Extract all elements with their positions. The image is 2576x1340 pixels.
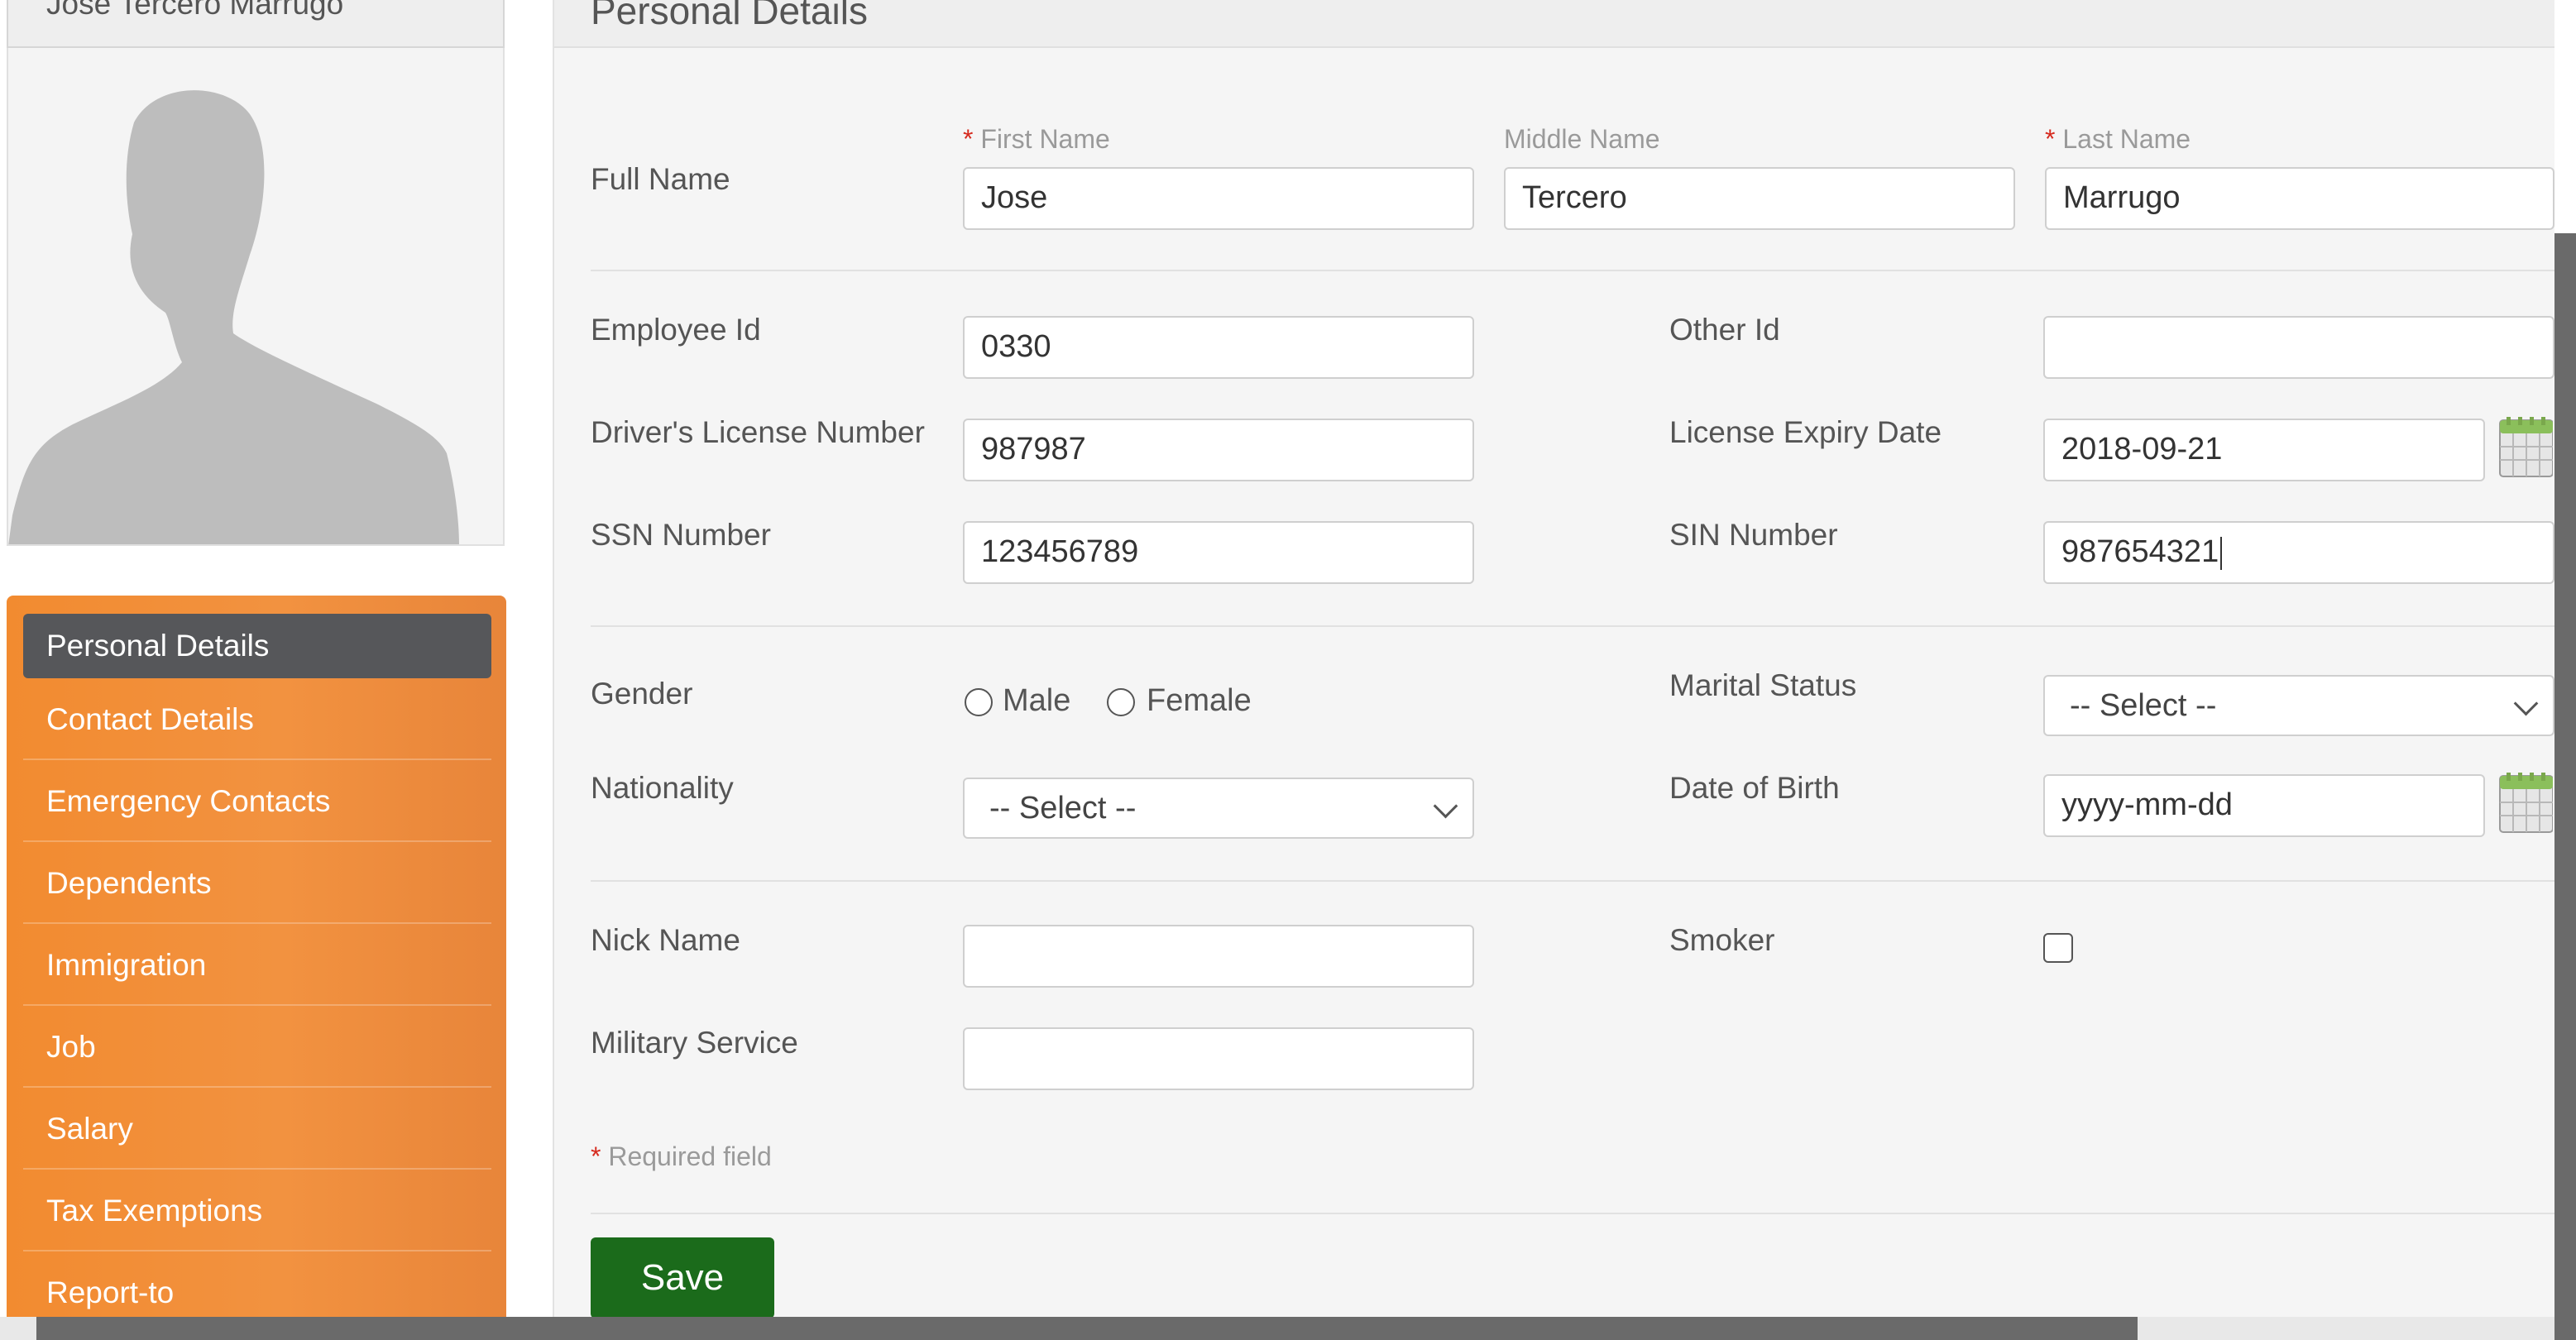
nationality-select[interactable]: -- Select -- (963, 778, 1474, 839)
sidebar-item-contact-details[interactable]: Contact Details (23, 678, 491, 760)
other-id-input[interactable] (2043, 316, 2554, 379)
gender-label: Gender (591, 677, 693, 711)
gender-male-radio[interactable] (965, 688, 993, 716)
panel-title: Personal Details (591, 0, 868, 32)
first-name-input[interactable]: Jose (963, 167, 1474, 230)
sidebar-item-personal-details[interactable]: Personal Details (23, 614, 491, 678)
avatar-silhouette-icon (8, 90, 459, 544)
drivers-license-label: Driver's License Number (591, 415, 925, 449)
drivers-license-input[interactable]: 987987 (963, 419, 1474, 481)
middle-name-label: Middle Name (1504, 124, 1660, 154)
sidebar-item-job[interactable]: Job (23, 1006, 491, 1088)
nationality-label: Nationality (591, 771, 734, 805)
smoker-checkbox[interactable] (2043, 933, 2073, 963)
calendar-icon[interactable] (2498, 417, 2553, 478)
date-of-birth-label: Date of Birth (1669, 771, 1840, 805)
section-divider (591, 880, 2554, 882)
vertical-scrollbar[interactable] (2554, 233, 2576, 1340)
save-button[interactable]: Save (591, 1237, 774, 1318)
marital-status-label: Marital Status (1669, 668, 1857, 702)
ssn-label: SSN Number (591, 518, 771, 552)
license-expiry-label: License Expiry Date (1669, 415, 1942, 449)
section-divider (591, 270, 2554, 271)
other-id-label: Other Id (1669, 313, 1780, 347)
nick-name-label: Nick Name (591, 923, 740, 957)
gender-female-label[interactable]: Female (1147, 683, 1252, 719)
nick-name-input[interactable] (963, 925, 1474, 988)
calendar-icon[interactable] (2498, 773, 2553, 834)
middle-name-input[interactable]: Tercero (1504, 167, 2015, 230)
text-cursor (2220, 536, 2223, 570)
employee-id-label: Employee Id (591, 313, 761, 347)
sidebar-item-immigration[interactable]: Immigration (23, 924, 491, 1006)
employee-photo[interactable] (7, 48, 505, 546)
sidebar-menu: Personal Details Contact Details Emergen… (7, 596, 506, 1340)
first-name-label: * First Name (963, 124, 1110, 154)
last-name-input[interactable]: Marrugo (2045, 167, 2554, 230)
horizontal-scrollbar[interactable] (36, 1317, 2138, 1340)
sidebar-item-tax-exemptions[interactable]: Tax Exemptions (23, 1170, 491, 1251)
last-name-label: * Last Name (2045, 124, 2191, 154)
required-field-note: * Required field (591, 1141, 772, 1171)
employee-name-header: Jose Tercero Marrugo (7, 0, 505, 48)
smoker-label: Smoker (1669, 923, 1775, 957)
panel-header: Personal Details (554, 0, 2554, 48)
license-expiry-input[interactable]: 2018-09-21 (2043, 419, 2485, 481)
sin-input[interactable]: 987654321 (2043, 521, 2554, 584)
gender-female-radio[interactable] (1107, 688, 1135, 716)
military-service-input[interactable] (963, 1027, 1474, 1090)
sin-label: SIN Number (1669, 518, 1838, 552)
gender-male-label[interactable]: Male (1003, 683, 1070, 719)
section-divider (591, 1213, 2554, 1214)
full-name-label: Full Name (591, 162, 730, 196)
marital-status-select[interactable]: -- Select -- (2043, 675, 2554, 736)
chevron-down-icon (1433, 793, 1458, 819)
section-divider (591, 625, 2554, 627)
ssn-input[interactable]: 123456789 (963, 521, 1474, 584)
employee-id-input[interactable]: 0330 (963, 316, 1474, 379)
employee-name: Jose Tercero Marrugo (46, 0, 344, 21)
chevron-down-icon (2513, 691, 2539, 716)
date-of-birth-input[interactable]: yyyy-mm-dd (2043, 774, 2485, 837)
sidebar-item-dependents[interactable]: Dependents (23, 842, 491, 924)
sidebar-item-salary[interactable]: Salary (23, 1088, 491, 1170)
sidebar-item-emergency-contacts[interactable]: Emergency Contacts (23, 760, 491, 842)
military-service-label: Military Service (591, 1026, 798, 1060)
